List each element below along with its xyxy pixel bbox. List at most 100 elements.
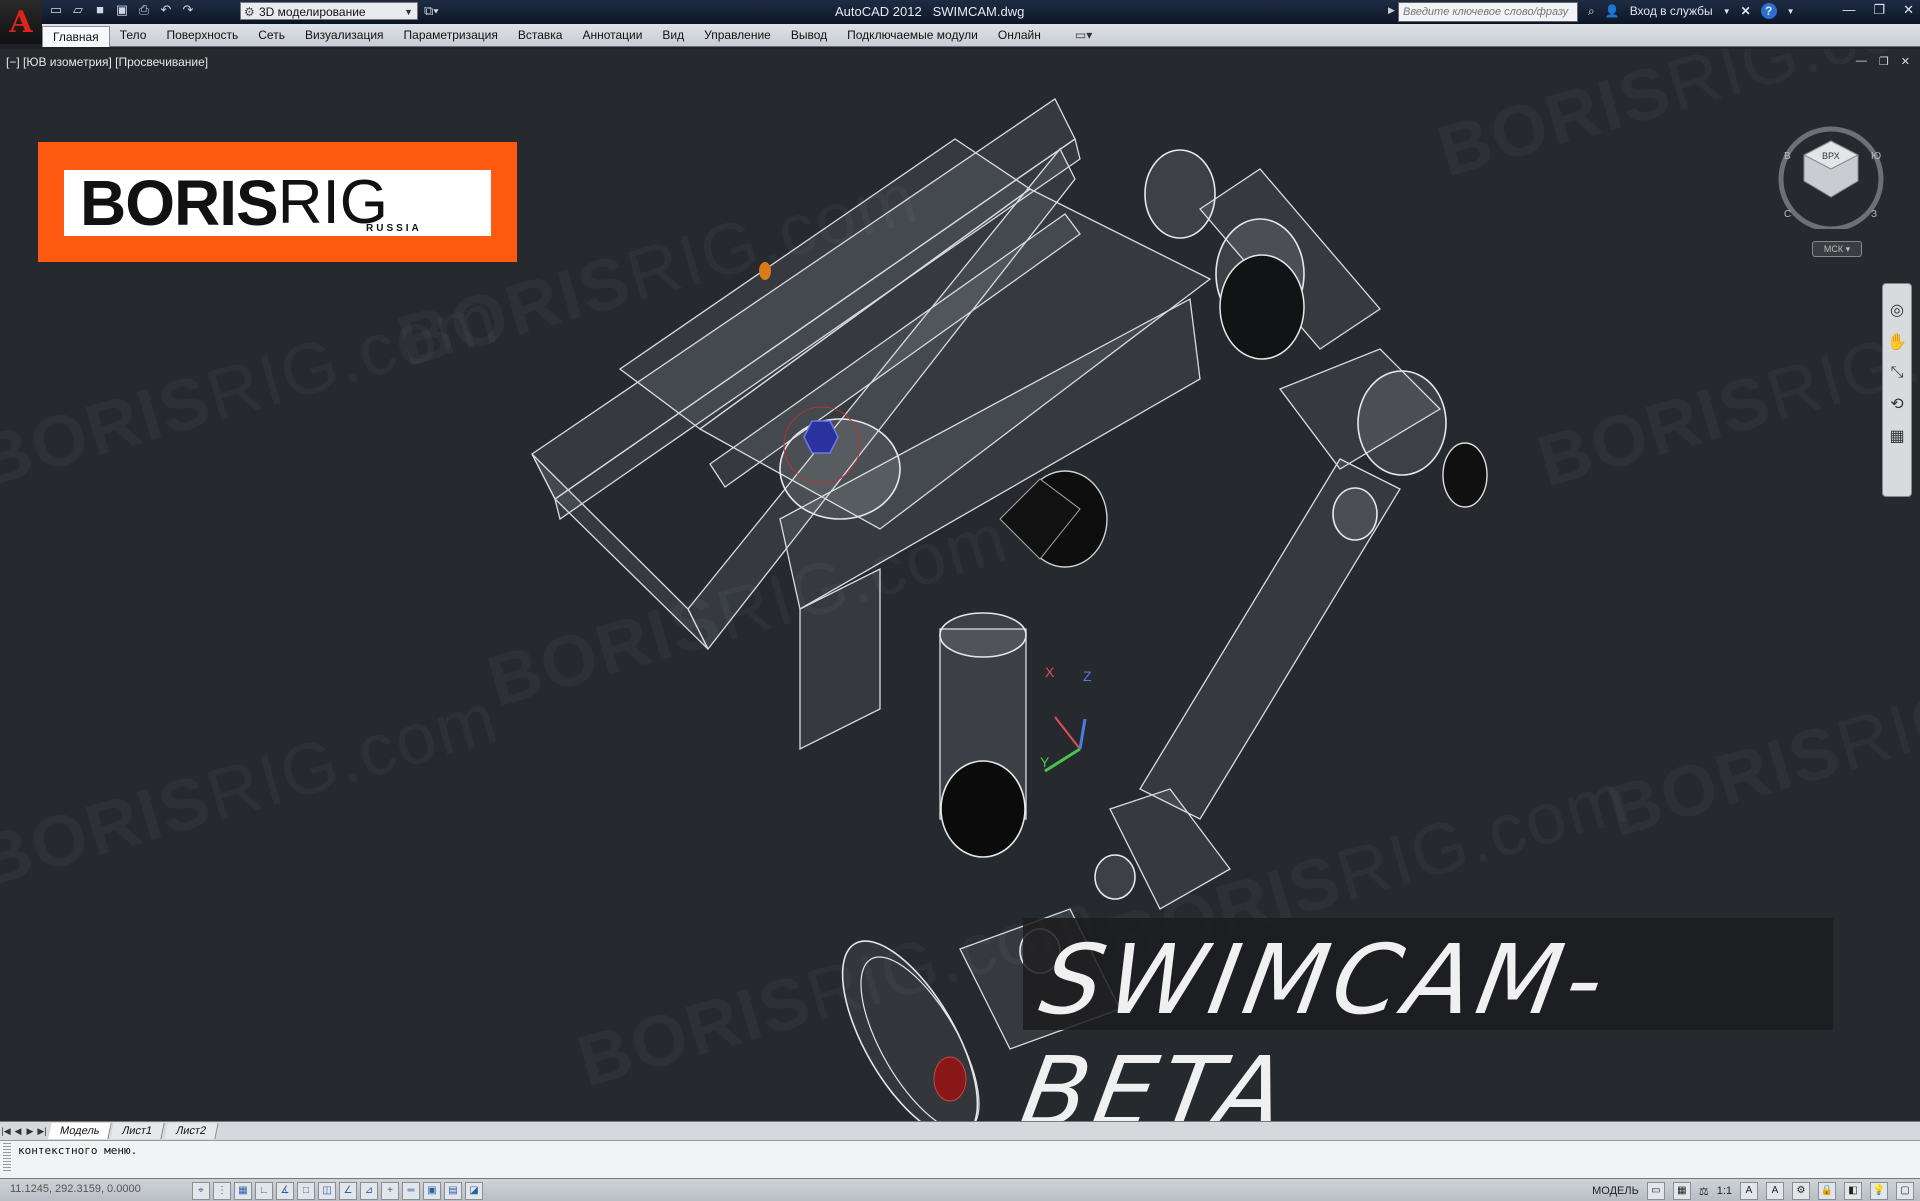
sc-icon[interactable]: ◪ [465, 1182, 483, 1200]
annotation-scale[interactable]: 1:1 [1717, 1185, 1732, 1197]
osnap-icon[interactable]: □ [297, 1182, 315, 1200]
tab-online[interactable]: Онлайн [988, 24, 1051, 46]
info-center: ⌕ 👤 Вход в службы ▼ ✕ ? ▼ [1588, 3, 1795, 19]
pan-icon[interactable]: ✋ [1887, 332, 1907, 352]
save-as-icon[interactable]: ▣ [114, 2, 130, 18]
grid-icon[interactable]: ▦ [234, 1182, 252, 1200]
binoculars-icon[interactable]: ⌕ [1588, 4, 1595, 19]
new-file-icon[interactable]: ▭ [48, 2, 64, 18]
zoom-icon[interactable]: ⤡ [1891, 364, 1904, 382]
next-layout-icon[interactable]: ▶ [24, 1126, 36, 1137]
clean-screen-icon[interactable]: ▢ [1896, 1182, 1914, 1200]
ortho-icon[interactable]: ∟ [255, 1182, 273, 1200]
svg-text:В: В [1784, 151, 1791, 162]
ucs-y-axis [1044, 747, 1081, 773]
workspace-label: 3D моделирование [259, 5, 366, 19]
tab-manage[interactable]: Управление [694, 24, 781, 46]
coordinate-readout[interactable]: 11.1245, 292.3159, 0.0000 [10, 1183, 141, 1195]
workspace-switch-icon[interactable]: ⚙ [1792, 1182, 1810, 1200]
ucs-y-label: Y [1040, 754, 1050, 770]
signin-link[interactable]: Вход в службы [1630, 4, 1713, 18]
tab-surface[interactable]: Поверхность [156, 24, 248, 46]
command-grip[interactable] [3, 1143, 11, 1173]
minimize-icon[interactable]: — [1842, 2, 1855, 18]
redo-icon[interactable]: ↷ [180, 2, 196, 18]
annotation-scale-icon: ⚖ [1698, 1185, 1709, 1198]
command-line[interactable]: контекстного меню. [0, 1140, 1920, 1179]
lock-icon[interactable]: 🔒 [1818, 1182, 1836, 1200]
save-icon[interactable]: ■ [92, 2, 108, 18]
prev-layout-icon[interactable]: ◀ [12, 1126, 24, 1137]
annotation-visibility-icon[interactable]: A [1740, 1182, 1758, 1200]
infer-constraints-icon[interactable]: ⌖ [192, 1182, 210, 1200]
qp-icon[interactable]: ▤ [444, 1182, 462, 1200]
tab-layout2[interactable]: Лист2 [163, 1123, 219, 1139]
cylinder-bottom [940, 760, 1026, 858]
quick-view-drawings-icon[interactable]: ▦ [1672, 1182, 1691, 1200]
model-space-label[interactable]: МОДЕЛЬ [1592, 1185, 1639, 1197]
gear-icon: ⚙ [244, 5, 255, 19]
ribbon-toggle-icon[interactable]: ▭▾ [1075, 28, 1092, 42]
model-viewport[interactable]: BORISRIG.com BORISRIG.com BORISRIG.com B… [0, 49, 1920, 1121]
search-input[interactable] [1398, 2, 1578, 22]
cylinder-top [939, 612, 1027, 658]
chevron-down-icon: ▼ [404, 7, 413, 17]
tab-model[interactable]: Модель [48, 1123, 113, 1139]
open-file-icon[interactable]: ▱ [70, 2, 86, 18]
hardware-acceleration-icon[interactable]: ◧ [1844, 1182, 1862, 1200]
tab-view[interactable]: Вид [652, 24, 694, 46]
layout-tab-bar: |◀ ◀ ▶ ▶| Модель Лист1 Лист2 [0, 1121, 1920, 1140]
ucs-menu-button[interactable]: МСК ▾ [1812, 241, 1862, 257]
polar-icon[interactable]: ∡ [276, 1182, 294, 1200]
tab-home[interactable]: Главная [42, 25, 110, 47]
print-icon[interactable]: ⎙ [136, 2, 152, 18]
tab-mesh[interactable]: Сеть [248, 24, 295, 46]
workspace-switch-icon[interactable]: ⧉▾ [424, 3, 439, 19]
logo-subtitle: RUSSIA [366, 223, 422, 234]
dyn-icon[interactable]: + [381, 1182, 399, 1200]
viewcube[interactable]: ВРХ В Ю С З [1776, 119, 1886, 229]
restore-icon[interactable]: ❐ [1873, 2, 1885, 18]
file-name: SWIMCAM.dwg [932, 4, 1025, 19]
tab-render[interactable]: Визуализация [295, 24, 394, 46]
chevron-down-icon[interactable]: ▼ [1787, 7, 1795, 16]
otrack-icon[interactable]: ∠ [339, 1182, 357, 1200]
auto-scale-icon[interactable]: A [1766, 1182, 1784, 1200]
undo-icon[interactable]: ↶ [158, 2, 174, 18]
3d-osnap-icon[interactable]: ◫ [318, 1182, 336, 1200]
steering-wheel-icon[interactable]: ◎ [1890, 300, 1904, 320]
svg-text:С: С [1784, 209, 1791, 220]
chevron-down-icon[interactable]: ▼ [1723, 7, 1731, 16]
close-icon[interactable]: ✕ [1903, 2, 1914, 18]
joint-ring [1094, 854, 1136, 900]
banner-text: SWIMCAM-BETA [1013, 924, 1618, 1121]
snap-icon[interactable]: ⋮ [213, 1182, 231, 1200]
quick-access-toolbar: ▭ ▱ ■ ▣ ⎙ ↶ ↷ [48, 2, 196, 18]
svg-text:Ю: Ю [1871, 151, 1881, 162]
orange-marker [759, 262, 771, 280]
showmotion-icon[interactable]: ▦ [1889, 426, 1904, 446]
ducs-icon[interactable]: ⊿ [360, 1182, 378, 1200]
help-icon[interactable]: ? [1760, 3, 1777, 19]
housing-ellipse [779, 418, 901, 520]
tab-insert[interactable]: Вставка [508, 24, 573, 46]
tab-output[interactable]: Вывод [781, 24, 837, 46]
quick-view-layouts-icon[interactable]: ▭ [1646, 1182, 1665, 1200]
tab-plugins[interactable]: Подключаемые модули [837, 24, 988, 46]
search-expand-icon[interactable]: ▶ [1388, 5, 1395, 16]
title-bar: ▭ ▱ ■ ▣ ⎙ ↶ ↷ ⚙ 3D моделирование ▼ ⧉▾ Au… [0, 0, 1920, 25]
tab-parametric[interactable]: Параметризация [394, 24, 508, 46]
transparency-icon[interactable]: ▣ [423, 1182, 441, 1200]
workspace-select[interactable]: ⚙ 3D моделирование ▼ [240, 2, 418, 20]
tab-solid[interactable]: Тело [110, 24, 157, 46]
exchange-icon[interactable]: ✕ [1741, 4, 1751, 18]
tab-annotate[interactable]: Аннотации [572, 24, 652, 46]
ucs-z-axis [1078, 718, 1087, 750]
orbit-icon[interactable]: ⟲ [1890, 394, 1903, 414]
application-menu-button[interactable]: A [0, 0, 42, 44]
lineweight-icon[interactable]: ═ [402, 1182, 420, 1200]
isolate-objects-icon[interactable]: 💡 [1870, 1182, 1888, 1200]
first-layout-icon[interactable]: |◀ [0, 1126, 12, 1137]
last-layout-icon[interactable]: ▶| [36, 1126, 48, 1137]
tab-layout1[interactable]: Лист1 [110, 1123, 166, 1139]
